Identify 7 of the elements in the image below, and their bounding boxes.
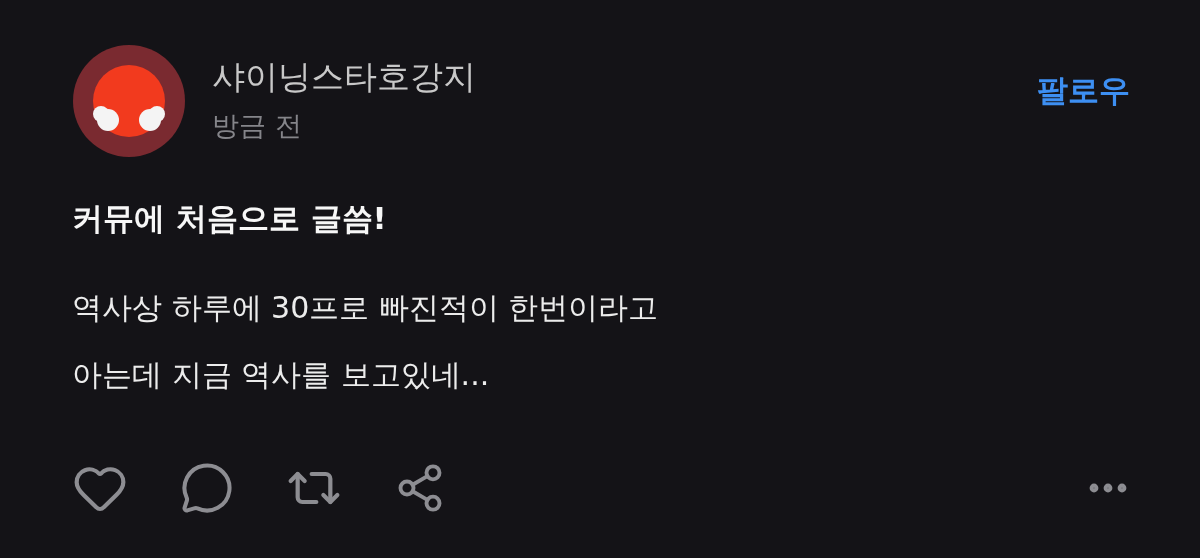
author-name: 샤이닝스타호강지	[212, 55, 477, 98]
post-title: 커뮤에 처음으로 글씀!	[72, 199, 388, 238]
comment-icon[interactable]	[180, 461, 234, 515]
follow-button[interactable]: 팔로우	[1037, 70, 1130, 112]
post-time: 방금 전	[212, 108, 303, 143]
post-text-line: 아는데 지금 역사를 보고있네...	[72, 356, 491, 394]
post-text-line: 역사상 하루에 30프로 빠진적이 한번이라고	[72, 289, 660, 327]
